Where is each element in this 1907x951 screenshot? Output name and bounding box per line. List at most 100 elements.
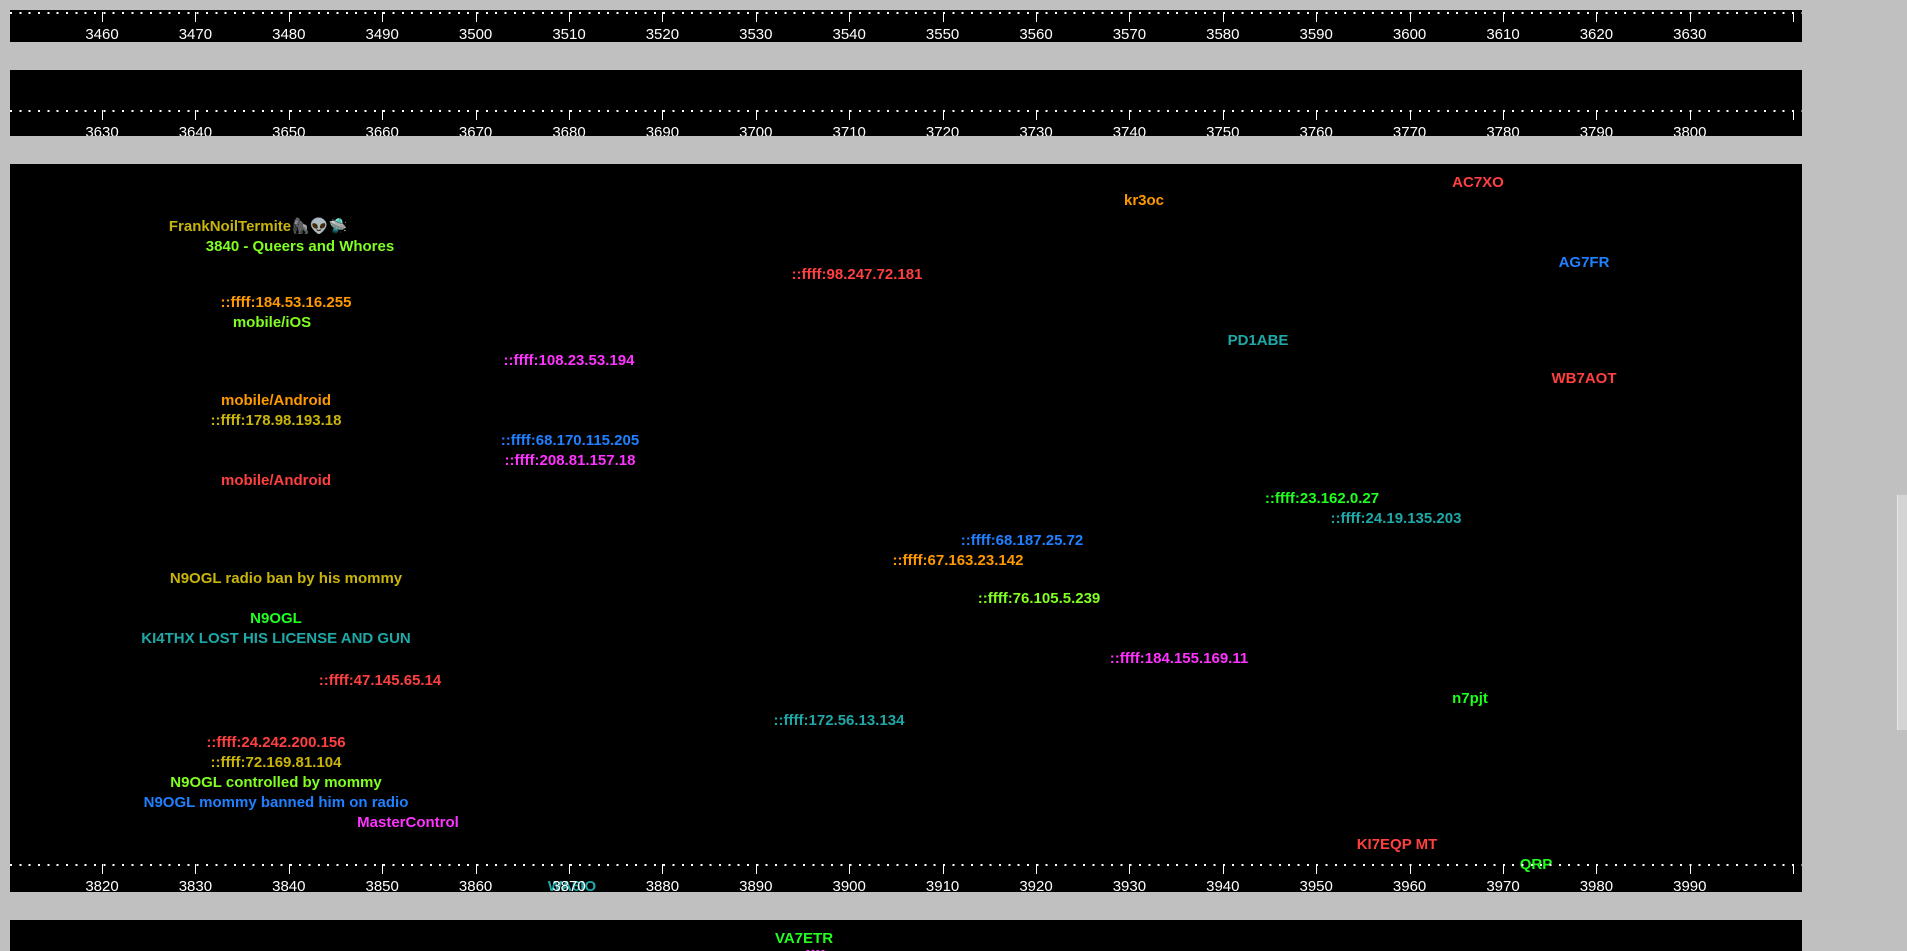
spot-label[interactable]: ::ffff:24.242.200.156 (206, 734, 345, 752)
tick-label: 3670 (458, 124, 493, 136)
tick-label: 3660 (365, 124, 399, 136)
spot-label[interactable]: ::ffff:68.187.25.72 (961, 532, 1084, 550)
spot-label[interactable]: ::ffff:47.145.65.14 (319, 672, 442, 690)
spot-label[interactable]: ::ffff:184.53.16.255 (221, 294, 352, 312)
tick-mark (1316, 12, 1318, 22)
tick-label: 3960 (1392, 878, 1427, 892)
tick-label: 3600 (1392, 26, 1427, 42)
ruler-dots (10, 12, 1802, 14)
tick-mark (755, 110, 757, 120)
vertical-scrollbar[interactable] (1897, 495, 1907, 730)
tick-mark (382, 864, 384, 874)
spot-label[interactable]: KI7EQP MT (1357, 836, 1438, 854)
spot-label[interactable]: FrankNoilTermite🦍👽🛸 (169, 218, 347, 236)
tick-mark (662, 12, 664, 22)
tick-mark (1222, 110, 1224, 120)
tick-mark (1689, 110, 1691, 120)
tick-label: 3610 (1486, 26, 1520, 42)
spot-label[interactable]: n7pjt (1452, 690, 1488, 708)
spot-label[interactable]: ::ffff:68.170.115.205 (501, 432, 639, 450)
spot-label[interactable]: N9OGL radio ban by his mommy (170, 570, 402, 588)
spot-label[interactable]: N9OGL mommy banned him on radio (144, 794, 409, 812)
tick-mark (195, 864, 197, 874)
tick-mark (1222, 12, 1224, 22)
spot-label[interactable]: ::ffff:24.19.135.203 (1331, 510, 1462, 528)
tick-mark (1596, 12, 1598, 22)
spot-label[interactable]: N9OGL (250, 610, 302, 628)
band-3[interactable]: AC7XO kr3oc FrankNoilTermite🦍👽🛸 3840 - Quee… (10, 164, 1802, 892)
tick-mark (195, 12, 197, 22)
frequency-ruler: 3820 3830 3840 3850 3860 3870 3880 3890 3900 3910… (10, 862, 1802, 892)
spot-label[interactable]: ::ffff:76.105.5.239 (978, 590, 1101, 608)
tick-label: 3680 (552, 124, 586, 136)
tick-label: 3590 (1299, 26, 1333, 42)
spot-label[interactable]: ::ffff:184.155.169.11 (1110, 650, 1248, 668)
spot-label[interactable]: ::ffff:23.162.0.27 (1265, 490, 1379, 508)
tick-mark (942, 110, 944, 120)
spot-label[interactable]: N9OGL controlled by mommy (170, 774, 381, 792)
tick-label: 3640 (178, 124, 213, 136)
spot-label[interactable]: ::ffff:108.23.53.194 (504, 352, 635, 370)
spot-label[interactable]: 3840 - Queers and Whores (206, 238, 394, 256)
tick-label: 3470 (178, 26, 213, 42)
band-2[interactable]: ::ffff:156.34.156.89::ffff:45.48.19.43 3… (10, 70, 1802, 136)
tick-label: 3720 (925, 124, 960, 136)
spot-label[interactable]: AC7XO (1452, 174, 1504, 192)
tick-mark (849, 864, 851, 874)
spot-label[interactable]: mobile/Android (221, 392, 331, 410)
tick-mark (382, 12, 384, 22)
spot-label[interactable]: ::ffff:172.56.13.134 (774, 712, 905, 730)
spot-label[interactable]: ::ffff:178.98.193.18 (211, 412, 342, 430)
tick-label: 3950 (1299, 878, 1333, 892)
tick-mark (1503, 110, 1504, 120)
tick-label: 3780 (1486, 124, 1520, 136)
tick-mark (382, 110, 384, 120)
tick-mark (942, 12, 944, 22)
spot-label[interactable]: kr3oc (1124, 192, 1164, 210)
spot-label[interactable]: mobile/iOS (233, 314, 311, 332)
tick-label: 3740 (1112, 124, 1147, 136)
tick-mark (1689, 12, 1691, 22)
tick-mark (569, 110, 570, 120)
tick-mark (1316, 110, 1318, 120)
spot-label[interactable]: ::ffff:208.81.157.18 (505, 452, 636, 470)
tick-mark (1689, 864, 1691, 874)
tick-mark (1129, 110, 1131, 120)
tick-mark (1409, 110, 1411, 120)
spot-label[interactable]: PD1ABE (1228, 332, 1289, 350)
band-4[interactable]: VA7ETR::ffff:76.252.251.187 (10, 920, 1802, 951)
spot-label[interactable]: KI4THX LOST HIS LICENSE AND GUN (141, 630, 410, 648)
tick-label: 3800 (1673, 124, 1707, 136)
tick-label: 3630 (1673, 26, 1707, 42)
tick-mark (755, 12, 757, 22)
spot-label[interactable]: ::ffff:67.163.23.142 (893, 552, 1024, 570)
tick-label: 3940 (1206, 878, 1240, 892)
tick-mark (475, 12, 477, 22)
ruler-dots (10, 110, 1802, 112)
spot-label[interactable]: ::ffff:98.247.72.181 (792, 266, 923, 284)
tick-mark (1409, 12, 1411, 22)
tick-label: 3980 (1579, 878, 1614, 892)
tick-label: 3830 (178, 878, 213, 892)
tick-label: 3630 (85, 124, 119, 136)
tick-label: 3990 (1673, 878, 1707, 892)
band-1[interactable]: 3460 3470 3480 3490 3500 3510 3520 3530 3540 3550… (10, 10, 1802, 42)
spot-label[interactable]: ::ffff:72.169.81.104 (211, 754, 342, 772)
tick-mark (102, 864, 103, 874)
tick-mark (755, 864, 757, 874)
tick-mark (849, 12, 851, 22)
tick-mark (1503, 12, 1504, 22)
spot-label[interactable]: MasterControl (357, 814, 459, 832)
spot-label[interactable]: AG7FR (1559, 254, 1610, 272)
tick-mark (942, 864, 944, 874)
spot-label[interactable]: WB7AOT (1552, 370, 1617, 388)
spot-label[interactable]: VA7ETR (775, 930, 833, 948)
tick-label: 3480 (272, 26, 306, 42)
tick-label: 3850 (365, 878, 399, 892)
tick-mark (1036, 110, 1037, 120)
tick-mark (288, 864, 290, 874)
tick-label: 3840 (272, 878, 306, 892)
tick-mark (1129, 12, 1131, 22)
spot-label[interactable]: mobile/Android (221, 472, 331, 490)
tick-label: 3770 (1392, 124, 1427, 136)
